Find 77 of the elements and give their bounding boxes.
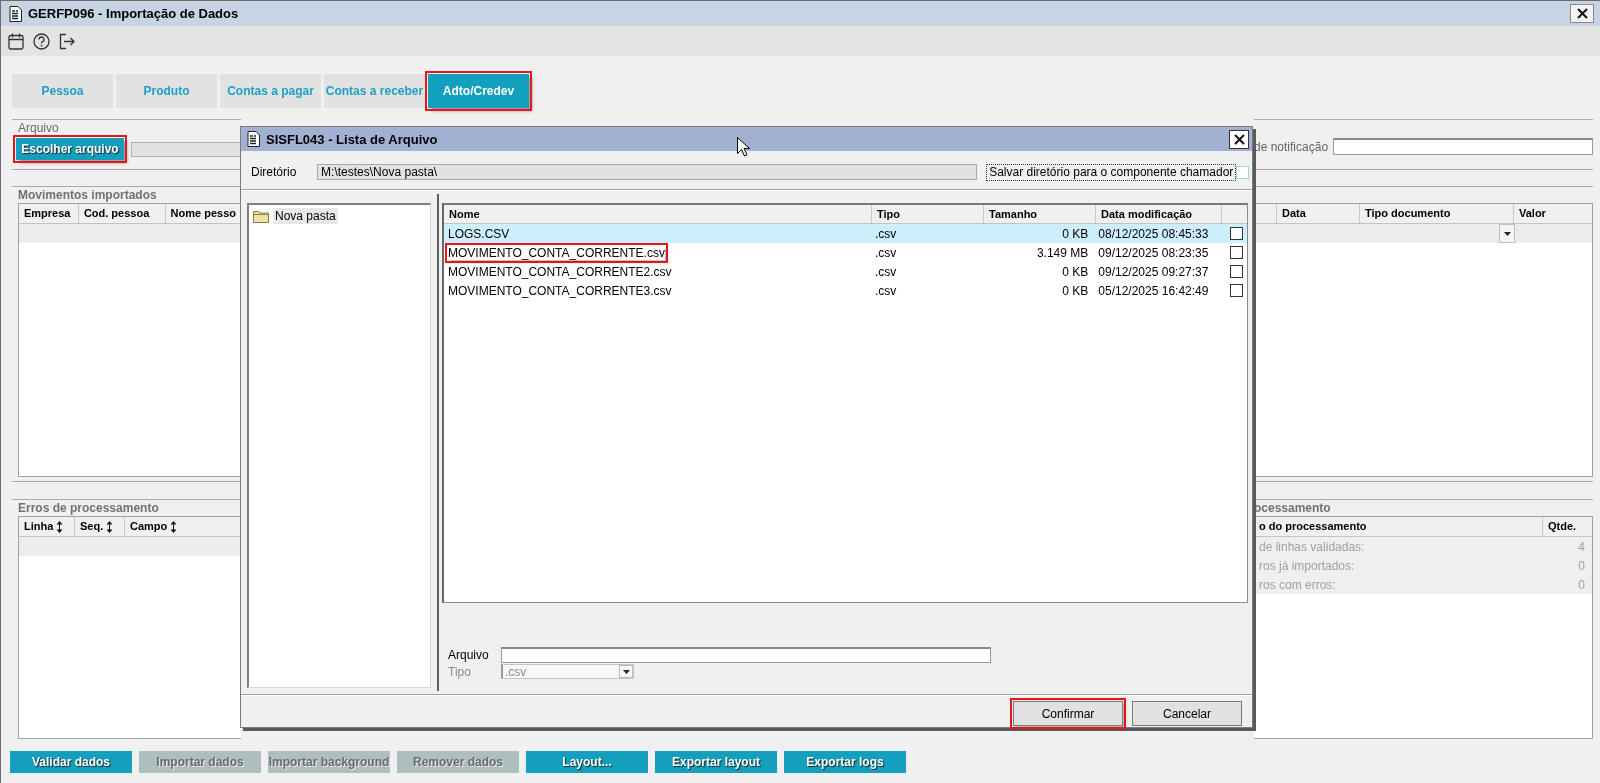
column-header: Qtde.: [1547, 519, 1578, 534]
summary-label: de linhas validadas:: [1258, 539, 1366, 554]
file-row[interactable]: MOVIMENTO_CONTA_CORRENTE2.csv .csv 0 KB 09/12/2025 09:27:37: [444, 262, 1247, 281]
document-icon: [9, 5, 22, 22]
checkbox[interactable]: [1230, 227, 1243, 240]
table-cell: 09/12/2025 09:27:37: [1098, 264, 1209, 279]
input-field[interactable]: [501, 647, 991, 663]
table-cell: .csv: [874, 245, 897, 260]
caret-icon: [1503, 231, 1511, 236]
checkbox[interactable]: [1230, 246, 1243, 259]
dialog-button[interactable]: Cancelar: [1132, 701, 1242, 726]
table-cell: 3.149 MB: [1036, 245, 1089, 260]
summary-label: ros já importados:: [1258, 558, 1356, 573]
directory-field[interactable]: M:\testes\Nova pasta\: [317, 164, 978, 180]
close-icon: [1233, 133, 1245, 145]
checkbox-label[interactable]: Salvar diretório para o componente chamador: [986, 163, 1237, 181]
field-label: Diretório: [251, 165, 298, 179]
field-label: Arquivo: [448, 648, 490, 662]
close-button[interactable]: [1570, 4, 1594, 23]
table-cell: MOVIMENTO_CONTA_CORRENTE.csv: [448, 245, 665, 260]
summary-value: 0: [1577, 558, 1586, 573]
summary-label: ros com erros:: [1258, 577, 1337, 592]
file-row[interactable]: MOVIMENTO_CONTA_CORRENTE.csv .csv 3.149 MB 09/12/2025 08:23:35: [444, 243, 1247, 262]
summary-value: 4: [1577, 539, 1586, 554]
document-icon: [247, 131, 260, 147]
table-cell: 0 KB: [1062, 226, 1089, 241]
checkbox[interactable]: [1230, 265, 1243, 278]
column-header[interactable]: Seq.: [75, 517, 125, 536]
section-label: Arquivo: [17, 120, 60, 135]
input-field[interactable]: [1333, 138, 1593, 155]
column-header: Valor: [1518, 206, 1547, 221]
section-title: ocessamento: [1254, 500, 1332, 516]
table-cell: 08/12/2025 08:45:33: [1098, 226, 1209, 241]
file-row[interactable]: MOVIMENTO_CONTA_CORRENTE3.csv .csv 0 KB 05/12/2025 16:42:49: [444, 281, 1247, 300]
help-icon[interactable]: [33, 32, 50, 50]
table-cell: MOVIMENTO_CONTA_CORRENTE2.csv: [448, 264, 672, 279]
sort-icon: [170, 520, 178, 533]
table-cell: 0 KB: [1062, 264, 1089, 279]
dialog-button[interactable]: Confirmar: [1013, 701, 1123, 726]
dropdown-button[interactable]: [1499, 224, 1515, 243]
column-header[interactable]: Data modificação: [1096, 205, 1222, 223]
window-title: GERFP096 - Importação de Dados: [28, 6, 239, 21]
column-header[interactable]: Tipo: [872, 205, 984, 223]
table-cell: .csv: [874, 226, 897, 241]
sort-icon: [56, 520, 64, 533]
table-cell: 09/12/2025 08:23:35: [1098, 245, 1209, 260]
file-row[interactable]: LOGS.CSV .csv 0 KB 08/12/2025 08:45:33: [444, 224, 1247, 243]
column-header: Data: [1276, 204, 1360, 223]
caret-icon: [622, 669, 630, 674]
table-cell: .csv: [874, 264, 897, 279]
section-title: Erros de processamento: [17, 500, 160, 516]
tree-item[interactable]: Nova pasta: [273, 208, 338, 224]
dialog-title: SISFL043 - Lista de Arquivo: [266, 131, 438, 147]
calendar-icon[interactable]: [8, 32, 24, 50]
close-button[interactable]: [1229, 129, 1249, 149]
table-cell: LOGS.CSV: [448, 226, 510, 241]
table-cell: .csv: [874, 283, 897, 298]
column-header[interactable]: Tamanho: [984, 205, 1096, 223]
column-header: Cod. pessoa: [78, 204, 166, 223]
sort-icon: [106, 520, 114, 533]
column-header[interactable]: Nome: [444, 205, 872, 223]
close-icon: [1576, 8, 1588, 19]
cursor-icon: [737, 137, 750, 157]
exit-icon[interactable]: [59, 32, 76, 50]
folder-icon: [253, 209, 269, 223]
column-header: Tipo documento: [1360, 204, 1514, 223]
table-cell: 05/12/2025 16:42:49: [1098, 283, 1209, 298]
summary-value: 0: [1577, 577, 1586, 592]
column-header[interactable]: Campo: [125, 517, 241, 536]
table-cell: MOVIMENTO_CONTA_CORRENTE3.csv: [448, 283, 672, 298]
field-label: Tipo: [448, 664, 472, 679]
column-header: Empresa: [19, 204, 79, 223]
column-header: Nome pesso: [169, 206, 237, 221]
table-cell: 0 KB: [1062, 283, 1089, 298]
section-title: Movimentos importados: [17, 187, 158, 203]
checkbox[interactable]: [1230, 284, 1243, 297]
column-header[interactable]: Linha: [19, 517, 75, 536]
